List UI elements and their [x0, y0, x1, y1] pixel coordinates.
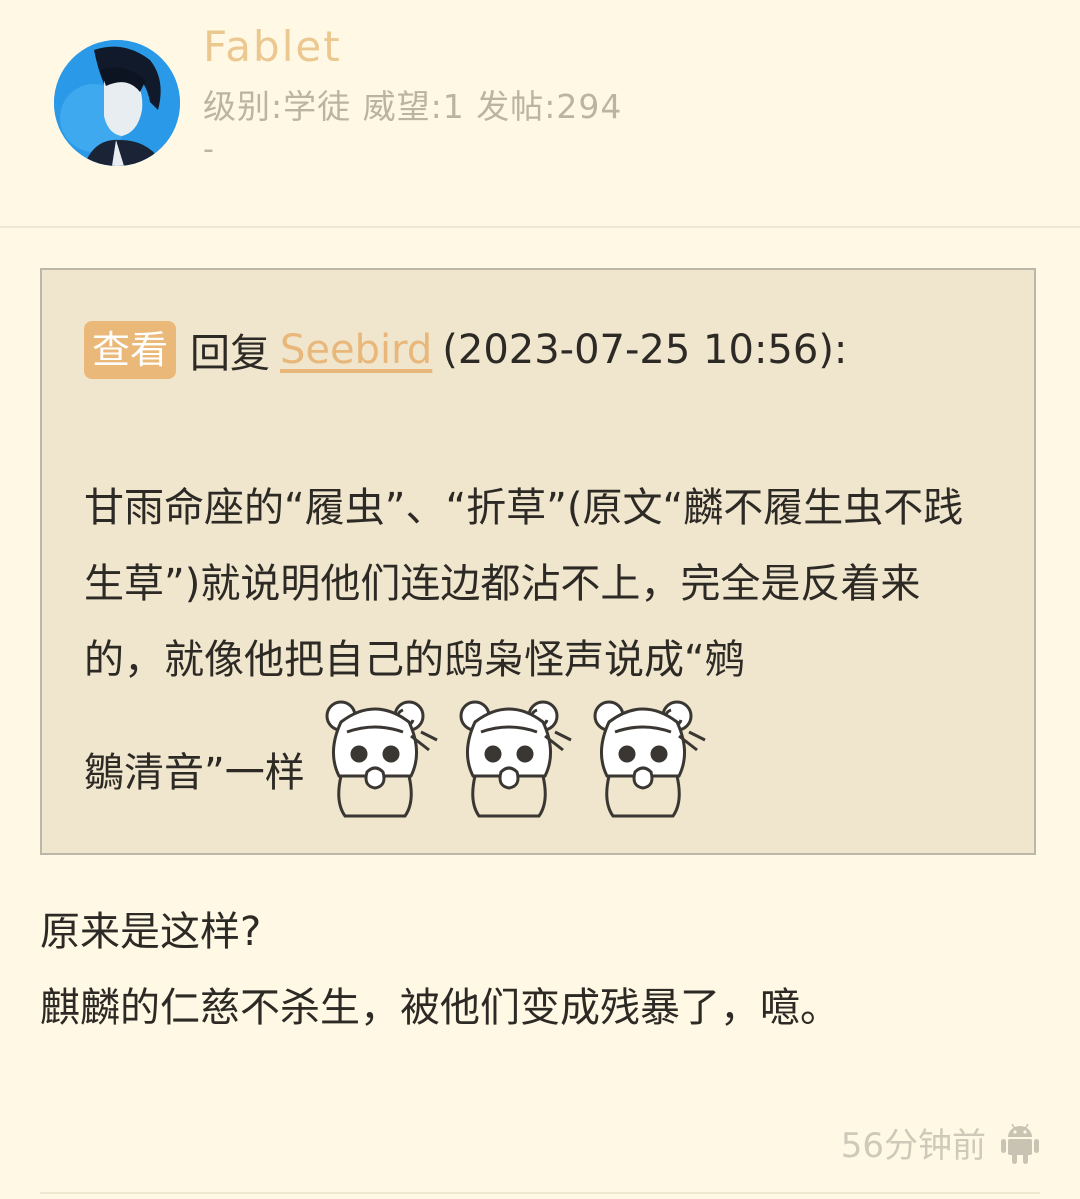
- quote-last-line: 鶵清音”一样: [84, 680, 707, 820]
- username[interactable]: Fablet: [203, 22, 342, 71]
- avatar[interactable]: [54, 40, 180, 166]
- post-time: 56分钟前: [840, 1126, 986, 1166]
- post-content: 原来是这样? 麒麟的仁慈不杀生，被他们变成残暴了，噫。: [40, 894, 1040, 1046]
- view-button[interactable]: 查看: [84, 321, 177, 379]
- sticker-image: [459, 700, 572, 818]
- avatar-image: [54, 40, 180, 166]
- post-header: Fablet 级别:学徒 威望:1 发帖:294 -: [0, 0, 1080, 228]
- reply-prefix: 回复: [190, 331, 271, 377]
- sticker-image: [593, 700, 706, 818]
- quote-text: 甘雨命座的“履虫”、“折草”(原文“麟不履生虫不践生草”)就说明他们连边都沾不上…: [84, 485, 964, 683]
- sticker-image: [325, 700, 438, 818]
- quote-time: (2023-07-25 10:56):: [442, 327, 848, 373]
- quoted-user-link[interactable]: Seebird: [280, 327, 432, 373]
- quote-text-end: 鶵清音”一样: [84, 750, 305, 796]
- post-text-line: 原来是这样?: [40, 909, 262, 955]
- android-icon: [1001, 1123, 1039, 1164]
- divider: [40, 1192, 1040, 1194]
- user-signature: -: [203, 132, 214, 167]
- user-stats: 级别:学徒 威望:1 发帖:294: [203, 87, 623, 126]
- post-footer: 56分钟前: [841, 1118, 1040, 1167]
- quote-block: 查看 回复 Seebird (2023-07-25 10:56): 甘雨命座的“…: [40, 268, 1036, 855]
- post-page: Fablet 级别:学徒 威望:1 发帖:294 - 查看 回复 Seebird…: [0, 0, 1080, 1199]
- quote-header: 查看 回复 Seebird (2023-07-25 10:56):: [84, 321, 847, 379]
- post-text-line: 麒麟的仁慈不杀生，被他们变成残暴了，噫。: [40, 985, 840, 1031]
